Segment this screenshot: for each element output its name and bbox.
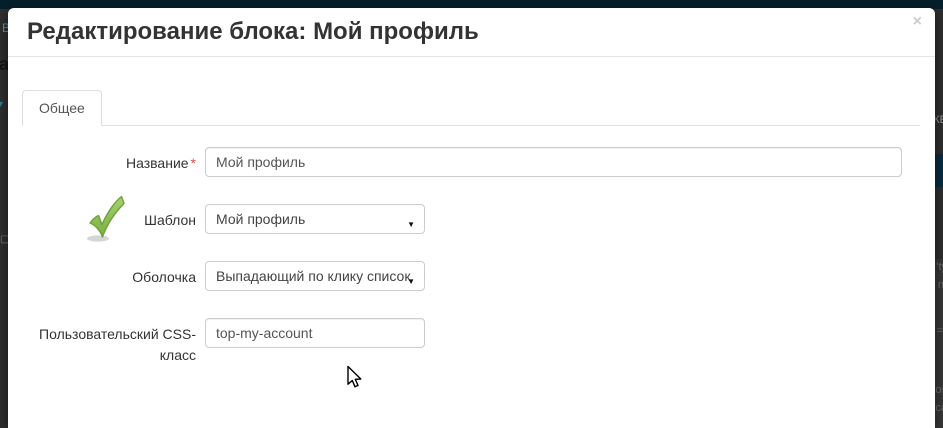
background-text-fragment: a (0, 55, 8, 73)
template-select[interactable]: Мой профиль ▼ (205, 204, 425, 234)
background-text-fragment: ca (935, 403, 943, 414)
form-row-template: Шаблон Мой профиль ▼ (22, 204, 920, 234)
tab-bar: Общее (22, 90, 920, 126)
background-text-fragment: os (935, 385, 943, 396)
modal-title: Редактирование блока: Мой профиль (27, 18, 479, 46)
modal-header: Редактирование блока: Мой профиль × (8, 8, 935, 57)
tab-general[interactable]: Общее (22, 90, 102, 126)
chevron-down-icon: ▼ (407, 216, 415, 233)
background-text-fragment: КЕ (935, 115, 943, 126)
css-class-input[interactable] (205, 318, 425, 348)
background-text-fragment: nt (938, 280, 943, 291)
close-icon[interactable]: × (913, 14, 922, 30)
wrapper-label: Оболочка (22, 261, 196, 288)
form-row-css-class: Пользовательский CSS-класс (22, 318, 920, 366)
background-highlight-row (935, 154, 943, 187)
name-input[interactable] (205, 147, 902, 177)
name-label: Название* (22, 147, 196, 174)
background-text-fragment: =" (937, 326, 943, 337)
background-chevron-fragment: ▾ (0, 100, 3, 110)
background-left-strip: B a ▾ ▢ (0, 9, 8, 428)
edit-block-form: Название* Шаблон Мой профиль ▼ Оболочка … (22, 147, 920, 393)
background-icon-fragment: ▢ (0, 235, 8, 245)
css-class-label: Пользовательский CSS-класс (22, 318, 196, 366)
chevron-down-icon: ▼ (407, 273, 415, 290)
name-label-text: Название (126, 155, 189, 171)
background-right-strip: КЕ 'ty nt =" os ca (935, 9, 943, 428)
template-label: Шаблон (22, 204, 196, 231)
wrapper-select[interactable]: Выпадающий по клику список ▼ (205, 261, 425, 291)
form-row-wrapper: Оболочка Выпадающий по клику список ▼ (22, 261, 920, 291)
form-row-name: Название* (22, 147, 920, 177)
template-select-value: Мой профиль (216, 211, 305, 227)
required-asterisk: * (191, 155, 196, 171)
screen: B a ▾ ▢ КЕ 'ty nt =" os ca Редактировани… (0, 0, 943, 428)
background-text-fragment: 'ty (936, 262, 943, 273)
wrapper-select-value: Выпадающий по клику список (216, 268, 410, 284)
edit-block-modal: Редактирование блока: Мой профиль × Обще… (8, 8, 935, 428)
